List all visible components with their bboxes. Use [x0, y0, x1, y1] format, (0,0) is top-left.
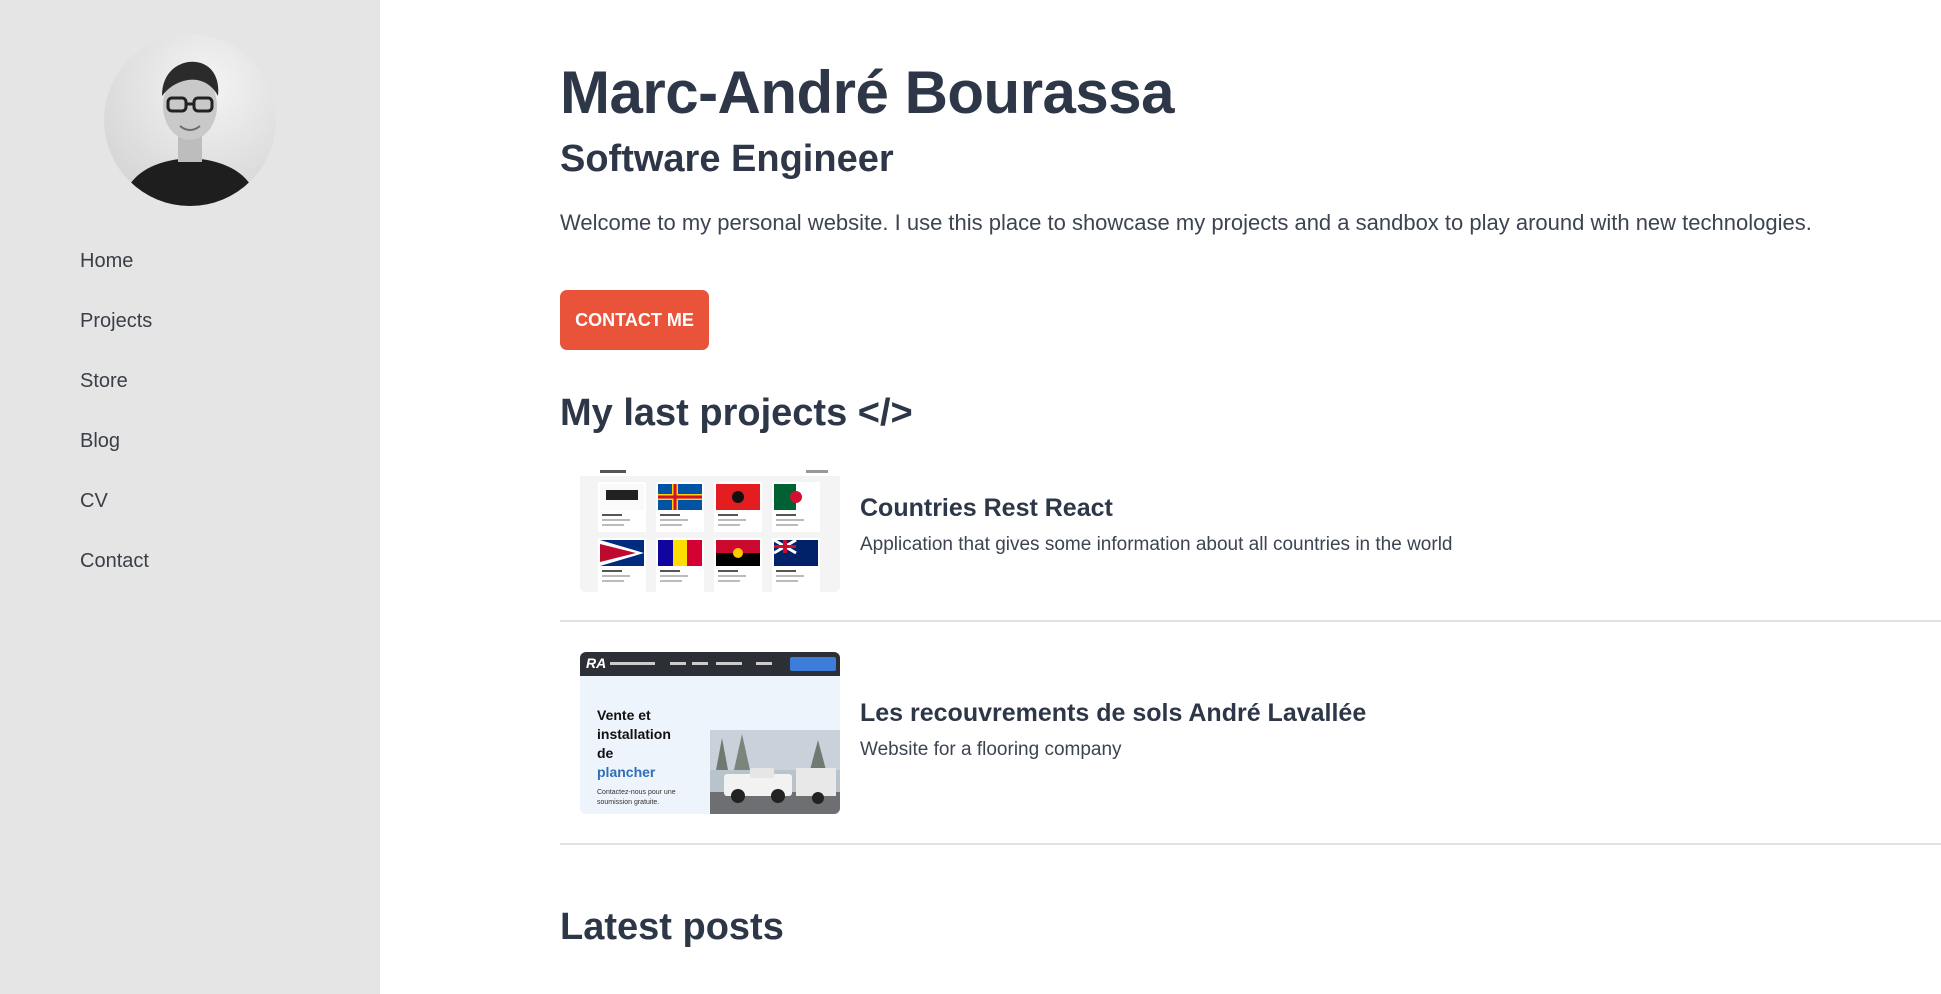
projects-heading: My last projects </> — [560, 392, 913, 434]
nav-item-store[interactable]: Store — [80, 370, 152, 430]
sidebar: Home Projects Store Blog CV Contact — [0, 0, 380, 994]
thumb-subtext-line: soumission gratuite. — [597, 799, 660, 806]
truck-photo — [710, 730, 840, 814]
job-title: Software Engineer — [560, 138, 894, 180]
project-card-countries[interactable]: Countries Rest React Application that gi… — [560, 466, 1941, 626]
thumb-heading: Vente et installation de plancher — [597, 706, 671, 782]
sidebar-nav: Home Projects Store Blog CV Contact — [80, 250, 152, 610]
project-card-flooring[interactable]: RA Vente et installation de plancher Con… — [560, 652, 1941, 814]
avatar — [104, 34, 276, 206]
thumb-subtext: Contactez-nous pour une soumission gratu… — [597, 788, 676, 808]
avatar-photo — [122, 61, 258, 206]
divider — [560, 620, 1941, 622]
thumb-subtext-line: Contactez-nous pour une — [597, 789, 676, 796]
nav-item-projects[interactable]: Projects — [80, 310, 152, 370]
project-thumbnail-flooring: RA Vente et installation de plancher Con… — [580, 652, 840, 814]
divider — [560, 843, 1941, 845]
posts-heading: Latest posts — [560, 906, 784, 948]
project-title: Countries Rest React — [860, 494, 1113, 522]
thumb-heading-line: Vente et — [597, 707, 651, 723]
nav-item-contact[interactable]: Contact — [80, 550, 152, 610]
project-description: Website for a flooring company — [860, 739, 1122, 760]
nav-item-home[interactable]: Home — [80, 250, 152, 310]
thumb-navbar: RA — [580, 652, 840, 676]
intro-text: Welcome to my personal website. I use th… — [560, 210, 1812, 235]
project-thumbnail-countries — [580, 468, 840, 592]
logo-icon: RA — [586, 655, 607, 671]
thumb-heading-line: installation — [597, 726, 671, 742]
nav-item-blog[interactable]: Blog — [80, 430, 152, 490]
thumb-heading-accent: plancher — [597, 764, 656, 780]
project-description: Application that gives some information … — [860, 534, 1453, 555]
page-title: Marc-André Bourassa — [560, 59, 1175, 126]
nav-item-cv[interactable]: CV — [80, 490, 152, 550]
thumb-heading-line: de — [597, 745, 614, 761]
contact-me-button[interactable]: CONTACT ME — [560, 290, 709, 350]
project-title: Les recouvrements de sols André Lavallée — [860, 699, 1367, 727]
